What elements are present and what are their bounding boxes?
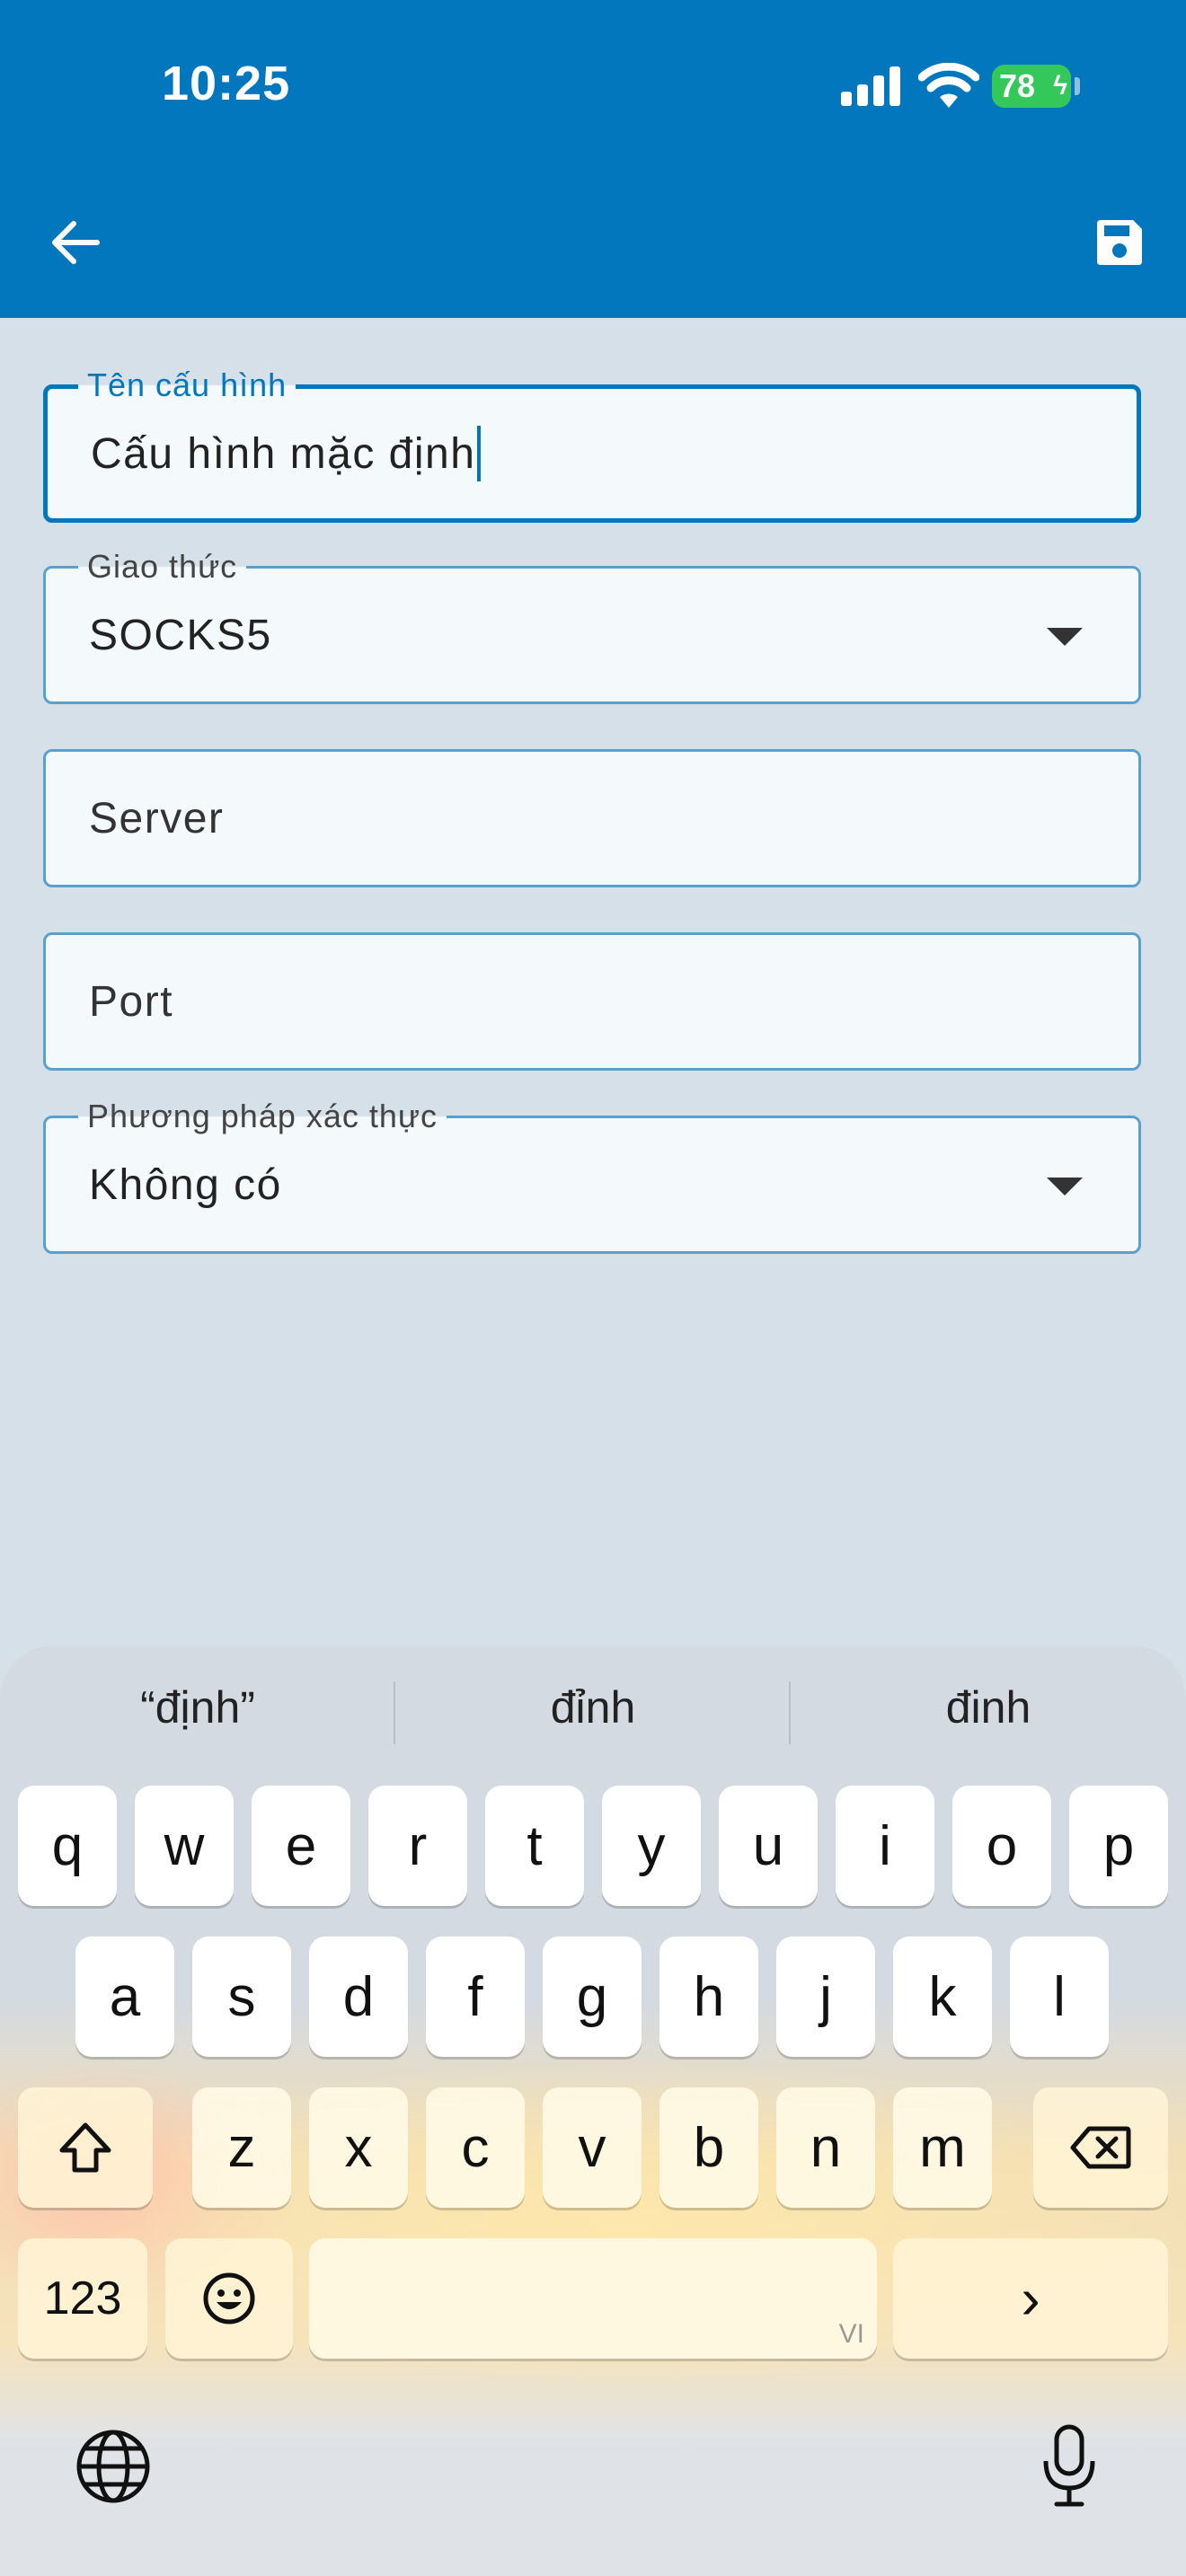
server-placeholder: Server bbox=[89, 794, 225, 842]
key-w[interactable]: w bbox=[135, 1786, 234, 1906]
key-a[interactable]: a bbox=[75, 1936, 174, 2057]
key-c[interactable]: c bbox=[426, 2087, 525, 2208]
key-p[interactable]: p bbox=[1069, 1786, 1168, 1906]
port-field[interactable]: Port bbox=[43, 932, 1141, 1071]
suggestion-3[interactable]: đinh bbox=[791, 1681, 1186, 1734]
key-d[interactable]: d bbox=[309, 1936, 408, 2057]
battery-indicator: 78 ϟ bbox=[992, 65, 1080, 108]
auth-method-value: Không có bbox=[89, 1160, 282, 1209]
config-name-field[interactable]: Tên cấu hình Cấu hình mặc định bbox=[43, 366, 1141, 523]
key-l[interactable]: l bbox=[1010, 1936, 1109, 2057]
onscreen-keyboard: “định” đỉnh đinh q w e r t y u i o p a s… bbox=[0, 1645, 1186, 2576]
suggestion-bar: “định” đỉnh đinh bbox=[0, 1645, 1186, 1780]
language-hint: VI bbox=[838, 2319, 864, 2349]
text-caret bbox=[477, 426, 482, 481]
key-b[interactable]: b bbox=[659, 2087, 758, 2208]
key-k[interactable]: k bbox=[893, 1936, 992, 2057]
status-time: 10:25 bbox=[162, 57, 291, 110]
key-g[interactable]: g bbox=[543, 1936, 642, 2057]
emoji-key[interactable] bbox=[165, 2238, 293, 2359]
key-f[interactable]: f bbox=[426, 1936, 525, 2057]
key-x[interactable]: x bbox=[309, 2087, 408, 2208]
key-z[interactable]: z bbox=[192, 2087, 291, 2208]
wifi-icon bbox=[918, 63, 979, 108]
config-name-value: Cấu hình mặc định bbox=[91, 429, 476, 478]
return-key[interactable]: › bbox=[893, 2238, 1168, 2359]
shift-key[interactable] bbox=[18, 2087, 153, 2208]
key-e[interactable]: e bbox=[252, 1786, 350, 1906]
auth-method-select[interactable]: Phương pháp xác thực Không có bbox=[43, 1097, 1141, 1254]
config-name-input[interactable]: Cấu hình mặc định bbox=[91, 389, 482, 518]
key-s[interactable]: s bbox=[192, 1936, 291, 2057]
arrow-left-icon bbox=[52, 221, 100, 264]
key-v[interactable]: v bbox=[543, 2087, 642, 2208]
battery-tip bbox=[1075, 77, 1080, 95]
key-q[interactable]: q bbox=[18, 1786, 117, 1906]
back-button[interactable] bbox=[43, 210, 108, 275]
key-i[interactable]: i bbox=[836, 1786, 934, 1906]
key-u[interactable]: u bbox=[719, 1786, 818, 1906]
key-o[interactable]: o bbox=[952, 1786, 1051, 1906]
cellular-signal-icon bbox=[841, 66, 900, 106]
backspace-key[interactable] bbox=[1033, 2087, 1168, 2208]
microphone-icon[interactable] bbox=[1040, 2423, 1098, 2510]
dropdown-arrow-icon bbox=[1047, 1178, 1083, 1195]
emoji-face-icon bbox=[203, 2272, 255, 2325]
key-y[interactable]: y bbox=[602, 1786, 701, 1906]
suggestion-1[interactable]: “định” bbox=[0, 1681, 395, 1734]
protocol-select[interactable]: Giao thức SOCKS5 bbox=[43, 547, 1141, 704]
app-bar: 10:25 78 ϟ bbox=[0, 0, 1186, 318]
numbers-key[interactable]: 123 bbox=[18, 2238, 147, 2359]
key-t[interactable]: t bbox=[485, 1786, 584, 1906]
server-field[interactable]: Server bbox=[43, 749, 1141, 887]
dropdown-arrow-icon bbox=[1047, 628, 1083, 646]
suggestion-2[interactable]: đỉnh bbox=[395, 1681, 791, 1734]
key-m[interactable]: m bbox=[893, 2087, 992, 2208]
space-bar[interactable]: VI bbox=[309, 2238, 877, 2359]
shift-arrow-icon bbox=[59, 2122, 111, 2173]
key-h[interactable]: h bbox=[659, 1936, 758, 2057]
key-r[interactable]: r bbox=[368, 1786, 467, 1906]
save-button[interactable] bbox=[1085, 208, 1154, 277]
floppy-disk-icon bbox=[1097, 220, 1142, 265]
globe-icon[interactable] bbox=[75, 2429, 151, 2504]
backspace-icon bbox=[1070, 2126, 1131, 2169]
battery-level: 78 bbox=[999, 67, 1036, 104]
charging-bolt-icon: ϟ bbox=[1053, 71, 1067, 101]
protocol-value: SOCKS5 bbox=[89, 611, 272, 659]
port-placeholder: Port bbox=[89, 977, 174, 1026]
key-n[interactable]: n bbox=[776, 2087, 875, 2208]
key-j[interactable]: j bbox=[776, 1936, 875, 2057]
